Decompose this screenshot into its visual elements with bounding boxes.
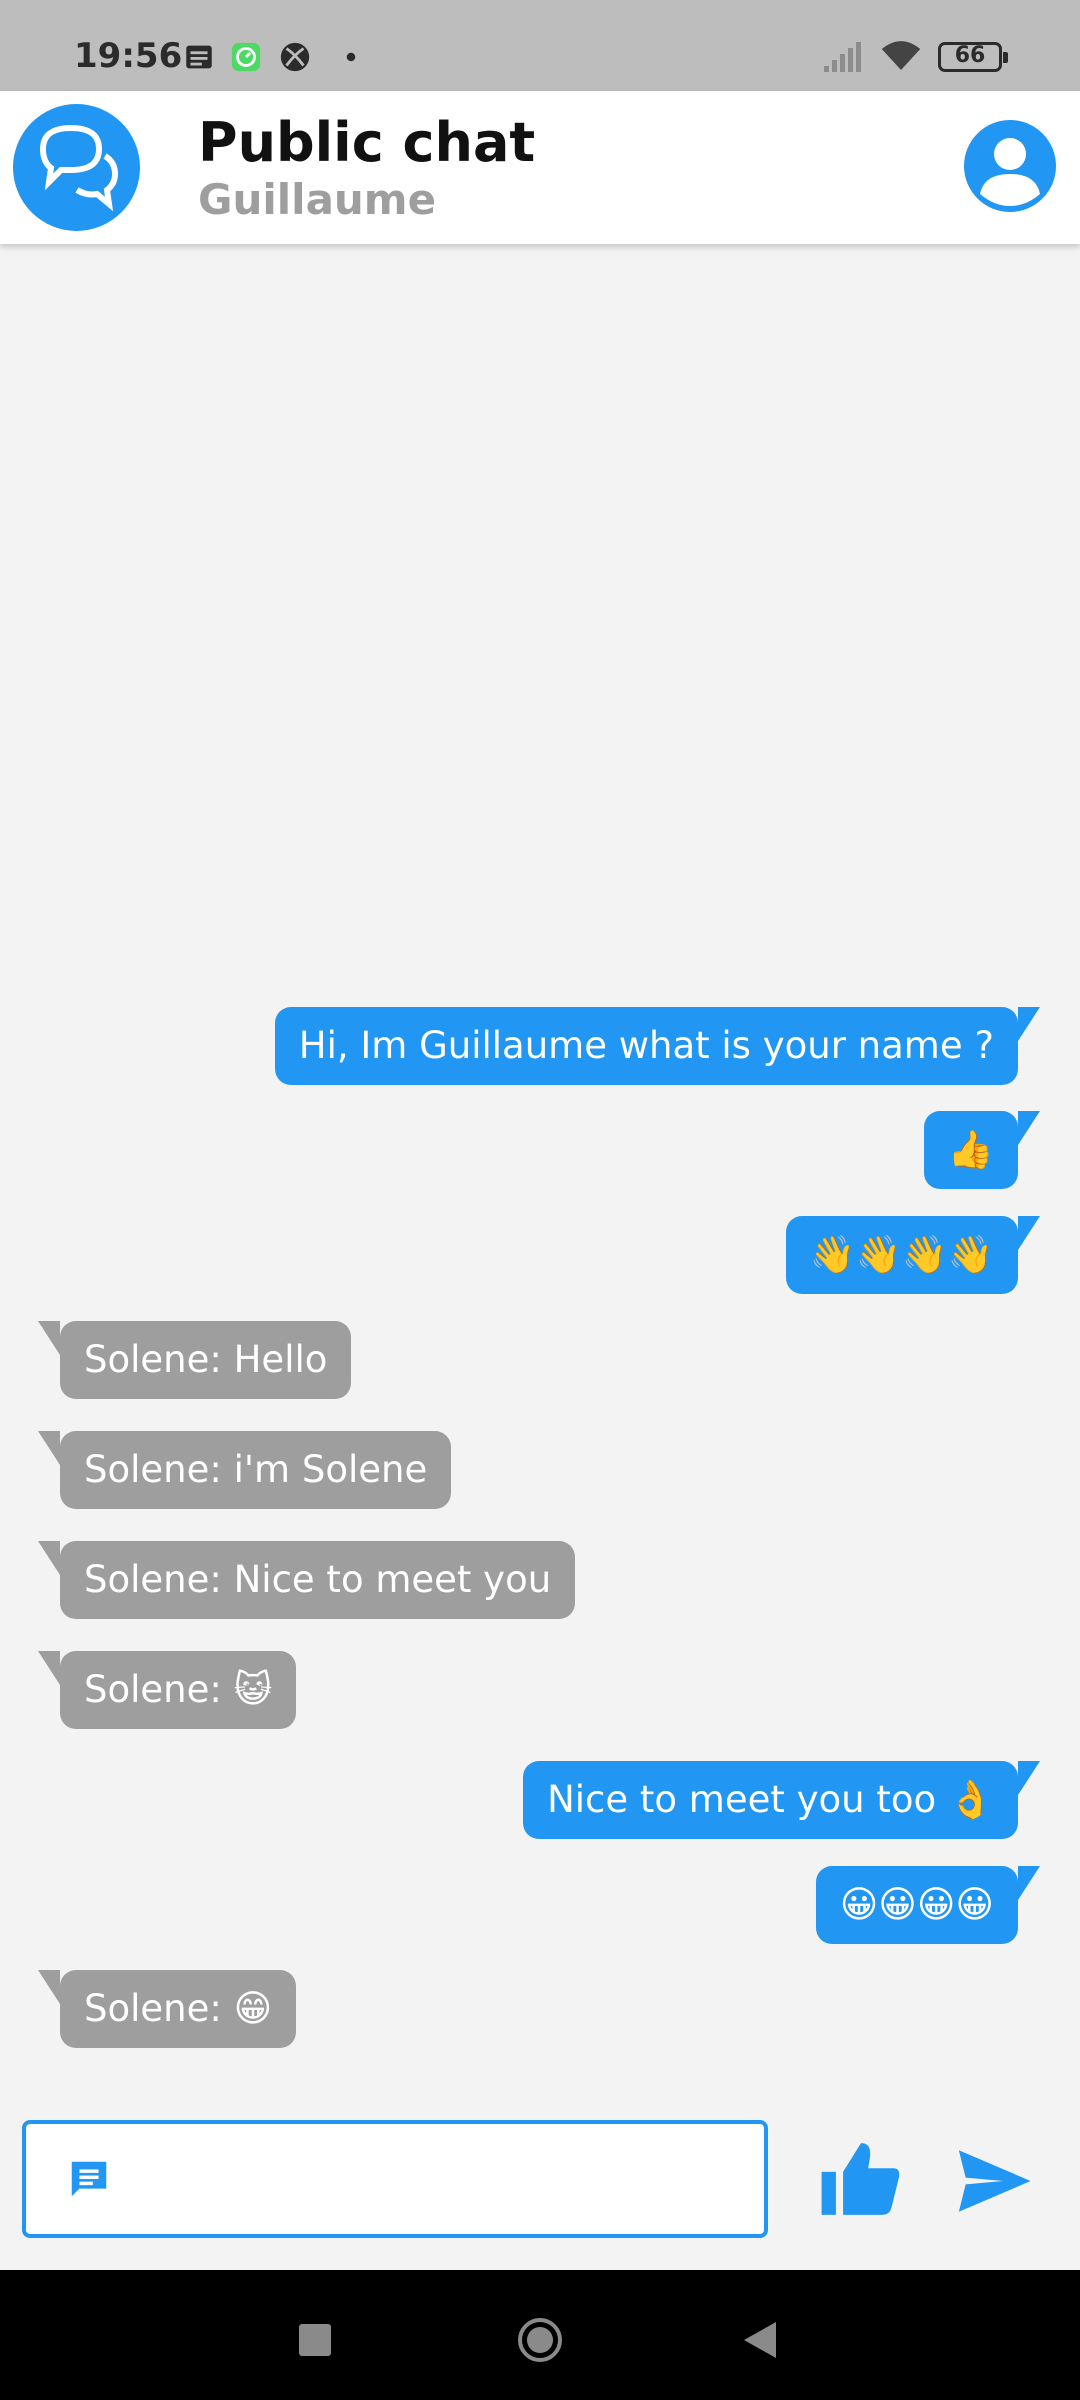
- message-bubble-received[interactable]: Solene: 😁: [37, 1970, 297, 2048]
- account-circle-icon[interactable]: [964, 120, 1056, 212]
- recents-square-icon[interactable]: [299, 2324, 331, 2356]
- message-bubble-sent[interactable]: 😀😀😀😀: [815, 1866, 1041, 1944]
- message-composer[interactable]: [22, 2120, 768, 2238]
- dot-icon: [346, 52, 356, 62]
- page-subtitle: Guillaume: [198, 175, 437, 224]
- send-icon[interactable]: [952, 2140, 1034, 2222]
- battery-icon: 66: [938, 42, 1008, 72]
- message-bubble-received[interactable]: Solene: Hello: [37, 1321, 352, 1399]
- message-bubble-received[interactable]: Solene: 😺: [37, 1651, 297, 1729]
- notes-icon: [186, 45, 212, 69]
- message-bubble-sent[interactable]: 👋👋👋👋: [785, 1216, 1041, 1294]
- clock-app-icon: [231, 42, 261, 72]
- chat-bubbles-icon[interactable]: [13, 104, 140, 231]
- battery-level: 66: [954, 43, 986, 68]
- page-title: Public chat: [198, 111, 536, 174]
- message-input[interactable]: [136, 2144, 740, 2216]
- message-bubble-received[interactable]: Solene: Nice to meet you: [37, 1541, 576, 1619]
- status-time: 19:56: [74, 36, 183, 76]
- xbox-icon: [280, 42, 310, 72]
- wifi-icon: [881, 41, 921, 70]
- signal-icon: [824, 42, 861, 72]
- status-bar: 19:56 66: [0, 0, 1080, 91]
- back-triangle-icon[interactable]: [740, 2318, 780, 2362]
- message-icon: [71, 2161, 107, 2197]
- message-bubble-sent[interactable]: 👍: [923, 1111, 1041, 1189]
- thumb-up-icon[interactable]: [818, 2136, 904, 2222]
- message-bubble-sent[interactable]: Nice to meet you too 👌: [523, 1761, 1040, 1839]
- message-bubble-received[interactable]: Solene: i'm Solene: [37, 1431, 452, 1509]
- home-circle-icon[interactable]: [516, 2316, 564, 2364]
- message-bubble-sent[interactable]: Hi, Im Guillaume what is your name ?: [274, 1007, 1041, 1085]
- system-nav-bar: [0, 2270, 1080, 2400]
- app-bar: Public chat Guillaume: [0, 91, 1080, 244]
